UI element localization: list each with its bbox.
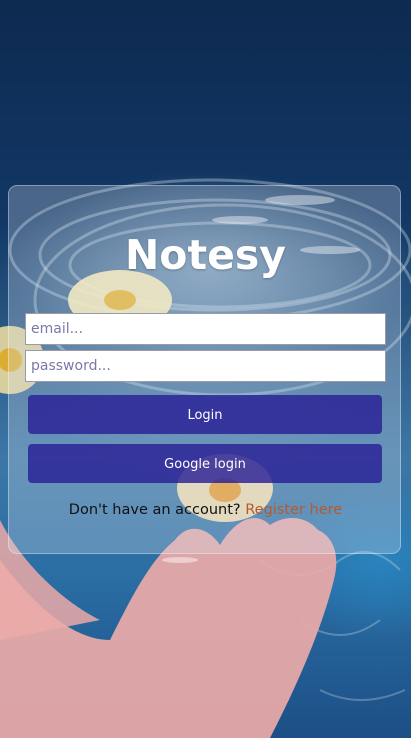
register-prompt-text: Don't have an account? [68, 502, 241, 518]
password-input[interactable] [25, 350, 386, 382]
register-prompt-row: Don't have an account? Register here [0, 502, 411, 518]
app-title: Notesy [124, 231, 287, 279]
google-login-button[interactable]: Google login [28, 444, 382, 483]
email-input[interactable] [25, 313, 386, 345]
login-button[interactable]: Login [28, 395, 382, 434]
register-link[interactable]: Register here [245, 502, 342, 518]
